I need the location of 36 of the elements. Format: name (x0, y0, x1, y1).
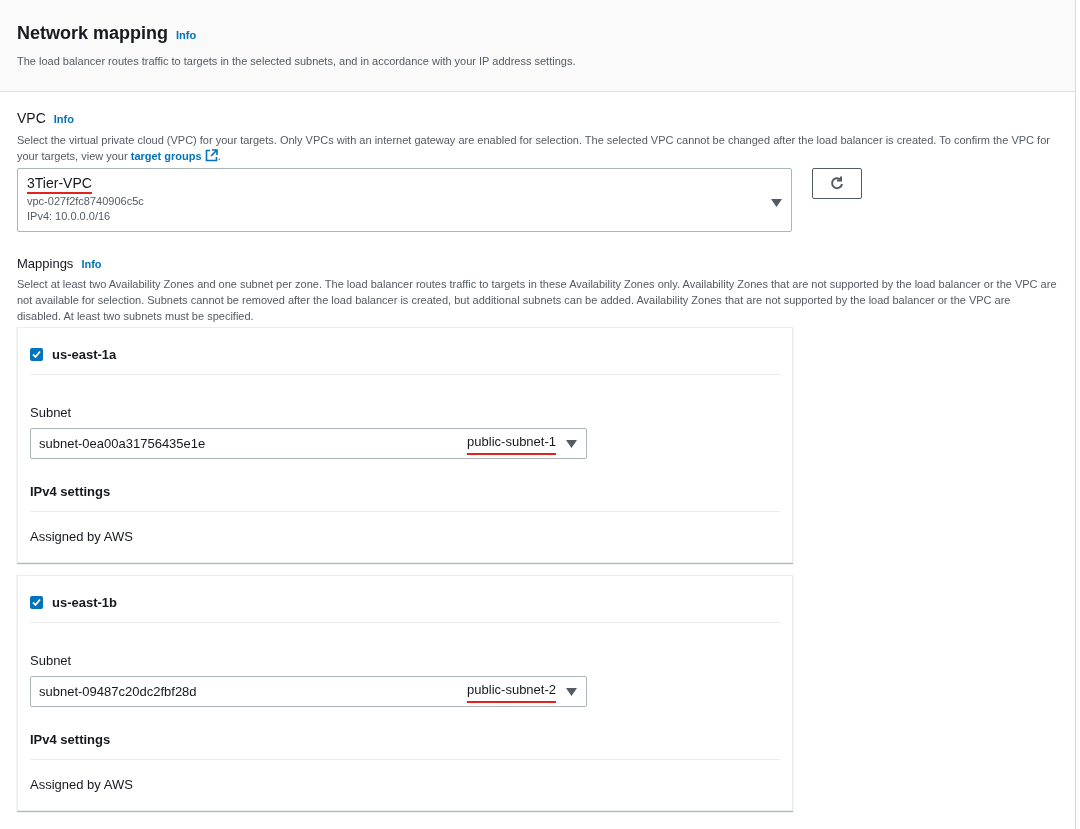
subnet-select[interactable]: subnet-09487c20dc2fbf28d public-subnet-2 (30, 676, 587, 707)
target-groups-link[interactable]: target groups (130, 147, 218, 164)
checkbox[interactable] (30, 596, 43, 610)
field-description: Select the virtual private cloud (VPC) for your targets. Only VPCs with an internet gateway are enabled for selection. The selected VPC cannot be changed after the load balancer is created. To confirm the VPC for your targets, view your target groups . (17, 132, 1051, 164)
dropdown-caret-icon (771, 198, 782, 207)
vpc-select[interactable]: 3Tier-VPC vpc-027f2fc8740906c5c IPv4: 10.0.0.0/16 (17, 167, 792, 232)
refresh-button[interactable] (812, 167, 862, 199)
zone-name: us-east-1a (52, 346, 117, 364)
subnet-select[interactable]: subnet-0ea00a31756435e1e public-subnet-1 (30, 428, 587, 459)
ipv4-value: Assigned by AWS (30, 775, 134, 794)
zone-name: us-east-1b (52, 594, 118, 612)
vpc-name: 3Tier-VPC (27, 174, 92, 194)
dropdown-caret-icon (566, 687, 577, 696)
field-label: Subnet (30, 403, 73, 422)
dropdown-caret-icon (566, 439, 577, 448)
section-title: Network mapping (17, 22, 168, 45)
ipv4-value: Assigned by AWS (30, 527, 134, 546)
checkbox[interactable] (30, 348, 43, 362)
section-subtitle: IPv4 settings (30, 730, 780, 760)
subnet-id: subnet-0ea00a31756435e1e (39, 434, 206, 453)
vpc-cidr: IPv4: 10.0.0.0/16 (27, 208, 112, 224)
external-link-icon (204, 149, 218, 162)
info-link[interactable]: Info (53, 110, 74, 127)
subnet-name: public-subnet-1 (467, 431, 556, 456)
field-label: Subnet (30, 651, 73, 670)
vpc-id: vpc-027f2fc8740906c5c (27, 193, 144, 209)
field-label: VPC (17, 108, 46, 128)
section-description: The load balancer routes traffic to targets in the selected subnets, and in accordance with your IP address settings. (17, 54, 577, 69)
subnet-name: public-subnet-2 (467, 679, 556, 704)
info-link[interactable]: Info (81, 255, 102, 272)
refresh-icon (829, 175, 845, 191)
info-link[interactable]: Info (176, 27, 197, 44)
section-subtitle: IPv4 settings (30, 482, 780, 512)
field-label: Mappings (17, 254, 74, 273)
field-description: Select at least two Availability Zones and one subnet per zone. The load balancer routes traffic to targets in these Availability Zones only. Availability Zones that are not supported by the load balancer or the VPC are not available for selection. Subnets cannot be removed after the load balancer is created, but additional subnets can be added. Availability Zones that are not supported by the load balancer or the VPC are disabled. At least two subnets must be specified. (17, 277, 1057, 324)
subnet-id: subnet-09487c20dc2fbf28d (39, 682, 197, 701)
